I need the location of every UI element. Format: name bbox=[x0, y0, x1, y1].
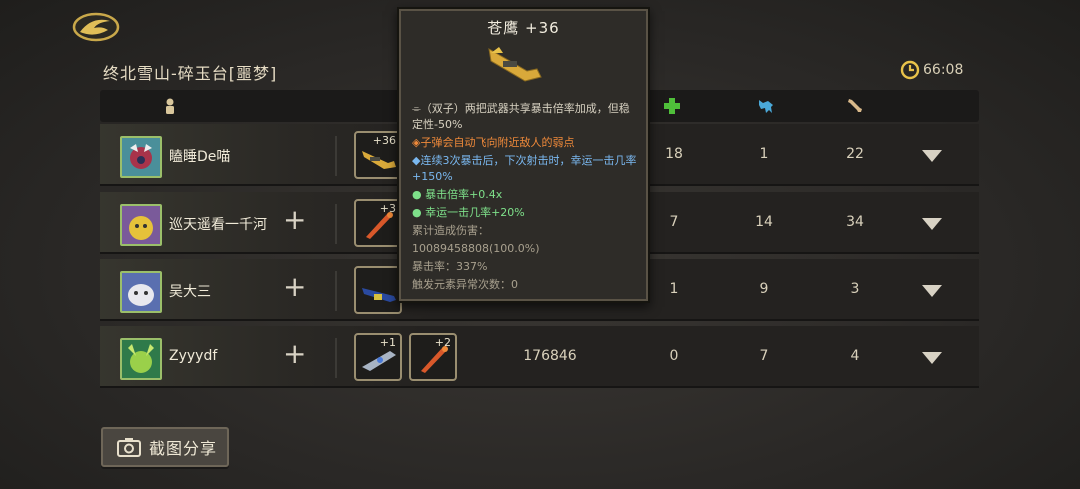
tooltip-line: ◈子弹会自动飞向附近敌人的弱点 bbox=[412, 136, 575, 149]
expand-arrow-icon[interactable] bbox=[922, 285, 942, 297]
weapon-slot[interactable]: +1 bbox=[354, 333, 402, 381]
add-friend-button[interactable]: + bbox=[283, 205, 306, 235]
tooltip-line: 触发元素异常次数：0 bbox=[412, 278, 518, 291]
player-row-4: Zyyydf + +1 +2 176846 0 7 4 bbox=[100, 326, 979, 388]
avatar[interactable] bbox=[120, 136, 162, 178]
weapon-slot[interactable]: +3 bbox=[354, 199, 402, 247]
heal-count: 7 bbox=[669, 214, 679, 230]
camera-icon bbox=[117, 438, 141, 457]
player-name: 瞌睡De喵 bbox=[169, 149, 231, 165]
game-logo-icon bbox=[72, 12, 120, 42]
tooltip-line: 暴击率：337% bbox=[412, 260, 488, 273]
bone-count: 4 bbox=[850, 348, 860, 364]
player-name: Zyyydf bbox=[169, 348, 218, 364]
clock-icon bbox=[900, 60, 920, 80]
damage-total: 176846 bbox=[523, 348, 577, 364]
wolf-icon bbox=[759, 100, 773, 113]
expand-arrow-icon[interactable] bbox=[922, 352, 942, 364]
weapon-slot[interactable] bbox=[354, 266, 402, 314]
heal-count: 18 bbox=[665, 146, 683, 162]
tooltip-line: 累计造成伤害： bbox=[412, 224, 489, 237]
tooltip-line: ● 幸运一击几率+20% bbox=[412, 206, 525, 219]
heal-count: 0 bbox=[669, 348, 679, 364]
orange-staff-icon bbox=[366, 212, 393, 239]
bone-count: 3 bbox=[850, 281, 860, 297]
expand-arrow-icon[interactable] bbox=[922, 150, 942, 162]
tooltip-title: 苍鹰 +36 bbox=[487, 19, 560, 37]
blue-rifle-icon bbox=[362, 288, 396, 302]
wolf-count: 9 bbox=[759, 281, 769, 297]
golden-crossbow-icon bbox=[362, 151, 396, 169]
weapon-slot[interactable]: +2 bbox=[409, 333, 457, 381]
tooltip-line: ● 暴击倍率+0.4x bbox=[412, 188, 503, 201]
player-name: 巡天遥看一千河 bbox=[169, 217, 267, 233]
weapon-slot[interactable]: +36 bbox=[354, 131, 402, 179]
bone-count: 22 bbox=[846, 146, 864, 162]
tooltip-line: ⌯（双子）两把武器共享暴击倍率加成，但稳定性-50% bbox=[412, 102, 630, 131]
heal-count: 1 bbox=[669, 281, 679, 297]
screenshot-share-button[interactable]: 截图分享 bbox=[101, 427, 229, 467]
tooltip-line: ◆连续3次暴击后，下次射击时，幸运一击几率+150% bbox=[412, 154, 637, 183]
player-name: 吴大三 bbox=[169, 284, 211, 300]
run-timer: 66:08 bbox=[900, 60, 963, 80]
golden-crossbow-icon bbox=[488, 47, 542, 82]
share-label: 截图分享 bbox=[149, 439, 218, 458]
orange-staff-icon bbox=[421, 346, 448, 373]
add-friend-button[interactable]: + bbox=[283, 272, 306, 302]
tooltip-line: 10089458808(100.0%) bbox=[412, 242, 540, 255]
weapon-tooltip: 苍鹰 +36 ⌯（双子）两把武器共享暴击倍率加成，但稳定性-50% ◈子弹会自动… bbox=[397, 7, 650, 303]
bone-icon bbox=[848, 99, 862, 112]
bone-count: 34 bbox=[846, 214, 864, 230]
silver-gun-icon bbox=[362, 351, 396, 371]
avatar[interactable] bbox=[120, 271, 162, 313]
avatar[interactable] bbox=[120, 204, 162, 246]
add-friend-button[interactable]: + bbox=[283, 339, 306, 369]
expand-arrow-icon[interactable] bbox=[922, 218, 942, 230]
wolf-count: 7 bbox=[759, 348, 769, 364]
timer-value: 66:08 bbox=[923, 62, 964, 78]
player-icon bbox=[166, 98, 174, 114]
wolf-count: 1 bbox=[759, 146, 769, 162]
wolf-count: 14 bbox=[755, 214, 773, 230]
heal-cross-icon bbox=[664, 98, 680, 114]
stage-title: 终北雪山-碎玉台[噩梦] bbox=[103, 64, 278, 83]
avatar[interactable] bbox=[120, 338, 162, 380]
